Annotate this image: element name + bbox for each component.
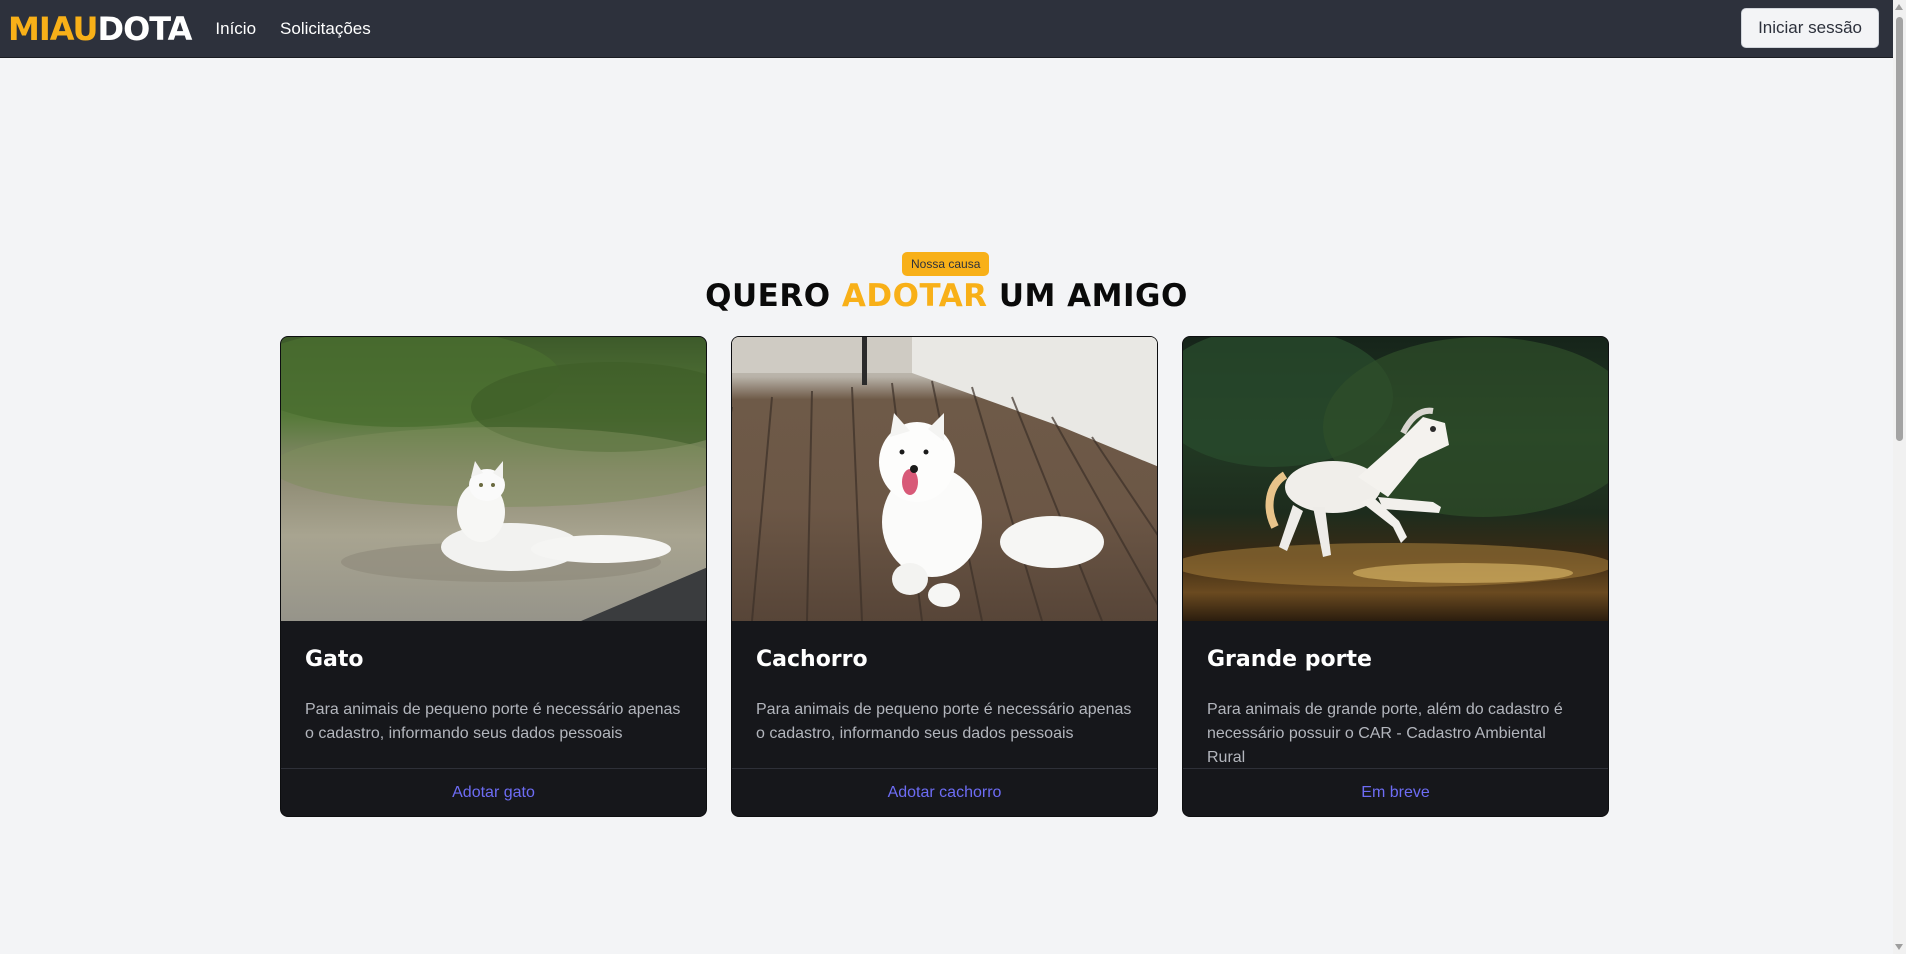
card-footer: Em breve [1183, 768, 1608, 816]
card-description: Para animais de grande porte, além do ca… [1207, 701, 1563, 766]
card-description: Para animais de pequeno porte é necessár… [305, 701, 681, 742]
card-footer: Adotar gato [281, 768, 706, 816]
card-cachorro: Cachorro Para animais de pequeno porte é… [731, 336, 1158, 817]
title-part2: UM AMIGO [987, 278, 1188, 314]
adotar-gato-link[interactable]: Adotar gato [452, 784, 535, 802]
card-grande-porte: Grande porte Para animais de grande port… [1182, 336, 1609, 817]
card-gato: Gato Para animais de pequeno porte é nec… [280, 336, 707, 817]
title-part1: QUERO [705, 278, 842, 314]
scrollbar-thumb[interactable] [1896, 17, 1903, 441]
scroll-down-arrow-icon[interactable] [1895, 944, 1903, 950]
card-title: Cachorro [756, 647, 868, 672]
white-cat-photo [281, 337, 706, 621]
card-footer: Adotar cachorro [732, 768, 1157, 816]
page-title: QUERO ADOTAR UM AMIGO [0, 276, 1893, 316]
adotar-cachorro-link[interactable]: Adotar cachorro [888, 784, 1002, 802]
card-title: Gato [305, 647, 364, 672]
nav-link-inicio[interactable]: Início [215, 19, 256, 39]
horse-scene-svg [1183, 337, 1608, 621]
dog-scene-svg [732, 337, 1157, 621]
card-description: Para animais de pequeno porte é necessár… [756, 701, 1132, 742]
logo[interactable]: MIAU DOTA [8, 9, 193, 48]
em-breve-link[interactable]: Em breve [1361, 784, 1429, 802]
card-title: Grande porte [1207, 647, 1372, 672]
page-scrollbar[interactable] [1893, 0, 1906, 954]
logo-miau: MIAU [8, 9, 99, 48]
title-accent: ADOTAR [841, 278, 988, 314]
cat-scene-svg [281, 337, 706, 621]
adoption-cards: Gato Para animais de pequeno porte é nec… [280, 336, 1609, 817]
card-body: Gato Para animais de pequeno porte é nec… [281, 621, 706, 770]
logo-dota: DOTA [97, 9, 193, 48]
login-button[interactable]: Iniciar sessão [1741, 8, 1879, 48]
white-horse-photo [1183, 337, 1608, 621]
card-body: Cachorro Para animais de pequeno porte é… [732, 621, 1157, 770]
card-body: Grande porte Para animais de grande port… [1183, 621, 1608, 770]
nossa-causa-badge: Nossa causa [902, 252, 990, 276]
navbar: MIAU DOTA Início Solicitações Iniciar se… [0, 0, 1893, 58]
scroll-up-arrow-icon[interactable] [1895, 4, 1903, 10]
nav-link-solicitacoes[interactable]: Solicitações [280, 19, 371, 39]
white-dog-photo [732, 337, 1157, 621]
